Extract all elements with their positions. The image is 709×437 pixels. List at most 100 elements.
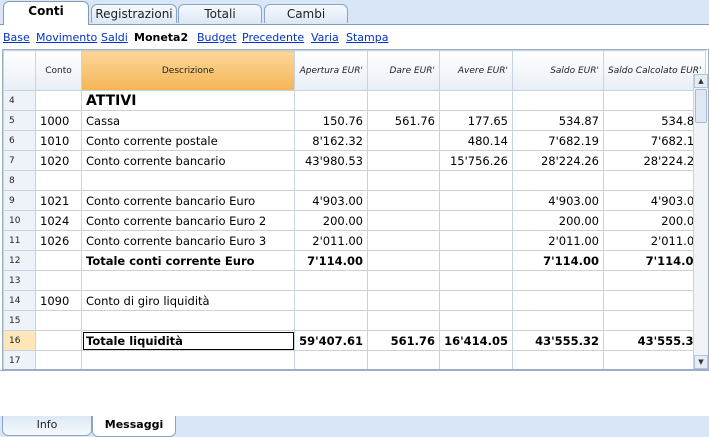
cell-apertura[interactable] [294,290,368,311]
row-number[interactable]: 5 [3,110,36,131]
view-moneta2[interactable]: Moneta2 [134,31,188,44]
cell-conto[interactable] [35,90,82,111]
cell-descrizione[interactable]: Conto corrente postale [81,130,295,151]
cell-saldo-calcolato[interactable] [602,310,707,331]
cell-saldo[interactable]: 28'224.26 [512,150,604,171]
col-header-apertura[interactable]: Apertura EUR' [294,50,368,91]
cell-dare[interactable]: 561.76 [367,110,440,131]
cell-apertura[interactable] [294,350,368,369]
cell-descrizione[interactable] [81,350,295,369]
cell-conto[interactable] [35,270,82,291]
cell-avere[interactable] [439,210,513,231]
row-number[interactable]: 6 [3,130,36,151]
cell-saldo-calcolato[interactable]: 43'555.32 [602,330,707,351]
cell-avere[interactable]: 16'414.05 [439,330,513,351]
cell-saldo-calcolato[interactable]: 7'682.19 [602,130,707,151]
cell-saldo[interactable] [512,310,604,331]
tab-registrazioni[interactable]: Registrazioni [91,4,177,23]
cell-apertura[interactable]: 8'162.32 [294,130,368,151]
cell-saldo-calcolato[interactable]: 2'011.00 [602,230,707,251]
row-number[interactable]: 12 [3,250,36,271]
cell-conto[interactable]: 1026 [35,230,82,251]
cell-saldo-calcolato[interactable]: 200.00 [602,210,707,231]
col-header-descrizione[interactable]: Descrizione [81,50,295,91]
cell-apertura[interactable]: 4'903.00 [294,190,368,211]
cell-avere[interactable]: 480.14 [439,130,513,151]
cell-dare[interactable] [367,270,440,291]
cell-saldo[interactable]: 43'555.32 [512,330,604,351]
view-precedente[interactable]: Precedente [242,31,304,44]
scroll-up-icon[interactable]: ▲ [694,74,708,88]
view-varia[interactable]: Varia [311,31,339,44]
cell-descrizione[interactable]: Cassa [81,110,295,131]
cell-saldo-calcolato[interactable]: 4'903.00 [602,190,707,211]
cell-avere[interactable]: 177.65 [439,110,513,131]
tab-conti[interactable]: Conti [3,1,89,25]
cell-dare[interactable] [367,350,440,369]
vertical-scrollbar[interactable]: ▲ ▼ [693,74,708,369]
cell-avere[interactable]: 15'756.26 [439,150,513,171]
cell-conto[interactable] [35,330,82,351]
tab-messaggi[interactable]: Messaggi [92,416,176,437]
cell-descrizione[interactable]: Conto corrente bancario Euro 3 [81,230,295,251]
cell-dare[interactable] [367,310,440,331]
cell-apertura[interactable]: 2'011.00 [294,230,368,251]
cell-saldo[interactable]: 4'903.00 [512,190,604,211]
cell-apertura[interactable]: 200.00 [294,210,368,231]
cell-apertura[interactable] [294,310,368,331]
cell-descrizione[interactable]: Totale conti corrente Euro [81,250,295,271]
scroll-down-icon[interactable]: ▼ [694,355,708,369]
cell-dare[interactable] [367,130,440,151]
col-header-conto[interactable]: Conto [35,50,82,91]
cell-saldo[interactable] [512,270,604,291]
cell-avere[interactable] [439,90,513,111]
cell-dare[interactable] [367,170,440,191]
col-header-saldo-calcolato[interactable]: Saldo Calcolato EUR' [602,50,707,91]
cell-saldo[interactable] [512,350,604,369]
cell-apertura[interactable]: 150.76 [294,110,368,131]
accounts-grid[interactable]: Conto Descrizione Apertura EUR' Dare EUR… [2,49,709,370]
row-number[interactable]: 15 [3,310,36,331]
col-header-avere[interactable]: Avere EUR' [439,50,513,91]
cell-dare[interactable] [367,290,440,311]
cell-saldo[interactable]: 200.00 [512,210,604,231]
cell-descrizione[interactable]: Conto di giro liquidità [81,290,295,311]
cell-saldo[interactable] [512,90,604,111]
row-number[interactable]: 13 [3,270,36,291]
cell-saldo[interactable] [512,290,604,311]
cell-conto[interactable] [35,170,82,191]
cell-saldo[interactable]: 7'682.19 [512,130,604,151]
row-number[interactable]: 11 [3,230,36,251]
view-movimento[interactable]: Movimento [36,31,97,44]
cell-descrizione-selected[interactable]: Totale liquidità [81,330,295,351]
tab-cambi[interactable]: Cambi [264,4,348,23]
cell-descrizione[interactable]: Conto corrente bancario Euro 2 [81,210,295,231]
cell-descrizione[interactable] [81,270,295,291]
cell-saldo[interactable] [512,170,604,191]
cell-dare[interactable] [367,210,440,231]
cell-saldo[interactable]: 2'011.00 [512,230,604,251]
cell-avere[interactable] [439,290,513,311]
cell-conto[interactable]: 1021 [35,190,82,211]
cell-saldo[interactable]: 534.87 [512,110,604,131]
cell-descrizione[interactable] [81,170,295,191]
cell-descrizione[interactable]: Conto corrente bancario Euro [81,190,295,211]
row-number[interactable]: 8 [3,170,36,191]
cell-dare[interactable] [367,150,440,171]
cell-conto[interactable] [35,350,82,369]
col-header-dare[interactable]: Dare EUR' [367,50,440,91]
cell-apertura[interactable] [294,270,368,291]
cell-dare[interactable] [367,190,440,211]
row-number[interactable]: 17 [3,350,36,369]
cell-avere[interactable] [439,250,513,271]
cell-descrizione[interactable] [81,310,295,331]
cell-avere[interactable] [439,310,513,331]
cell-saldo-calcolato[interactable] [602,90,707,111]
view-saldi[interactable]: Saldi [101,31,128,44]
cell-conto[interactable] [35,310,82,331]
row-number[interactable]: 16 [3,330,36,351]
cell-avere[interactable] [439,230,513,251]
cell-conto[interactable] [35,250,82,271]
cell-conto[interactable]: 1024 [35,210,82,231]
cell-dare[interactable] [367,230,440,251]
